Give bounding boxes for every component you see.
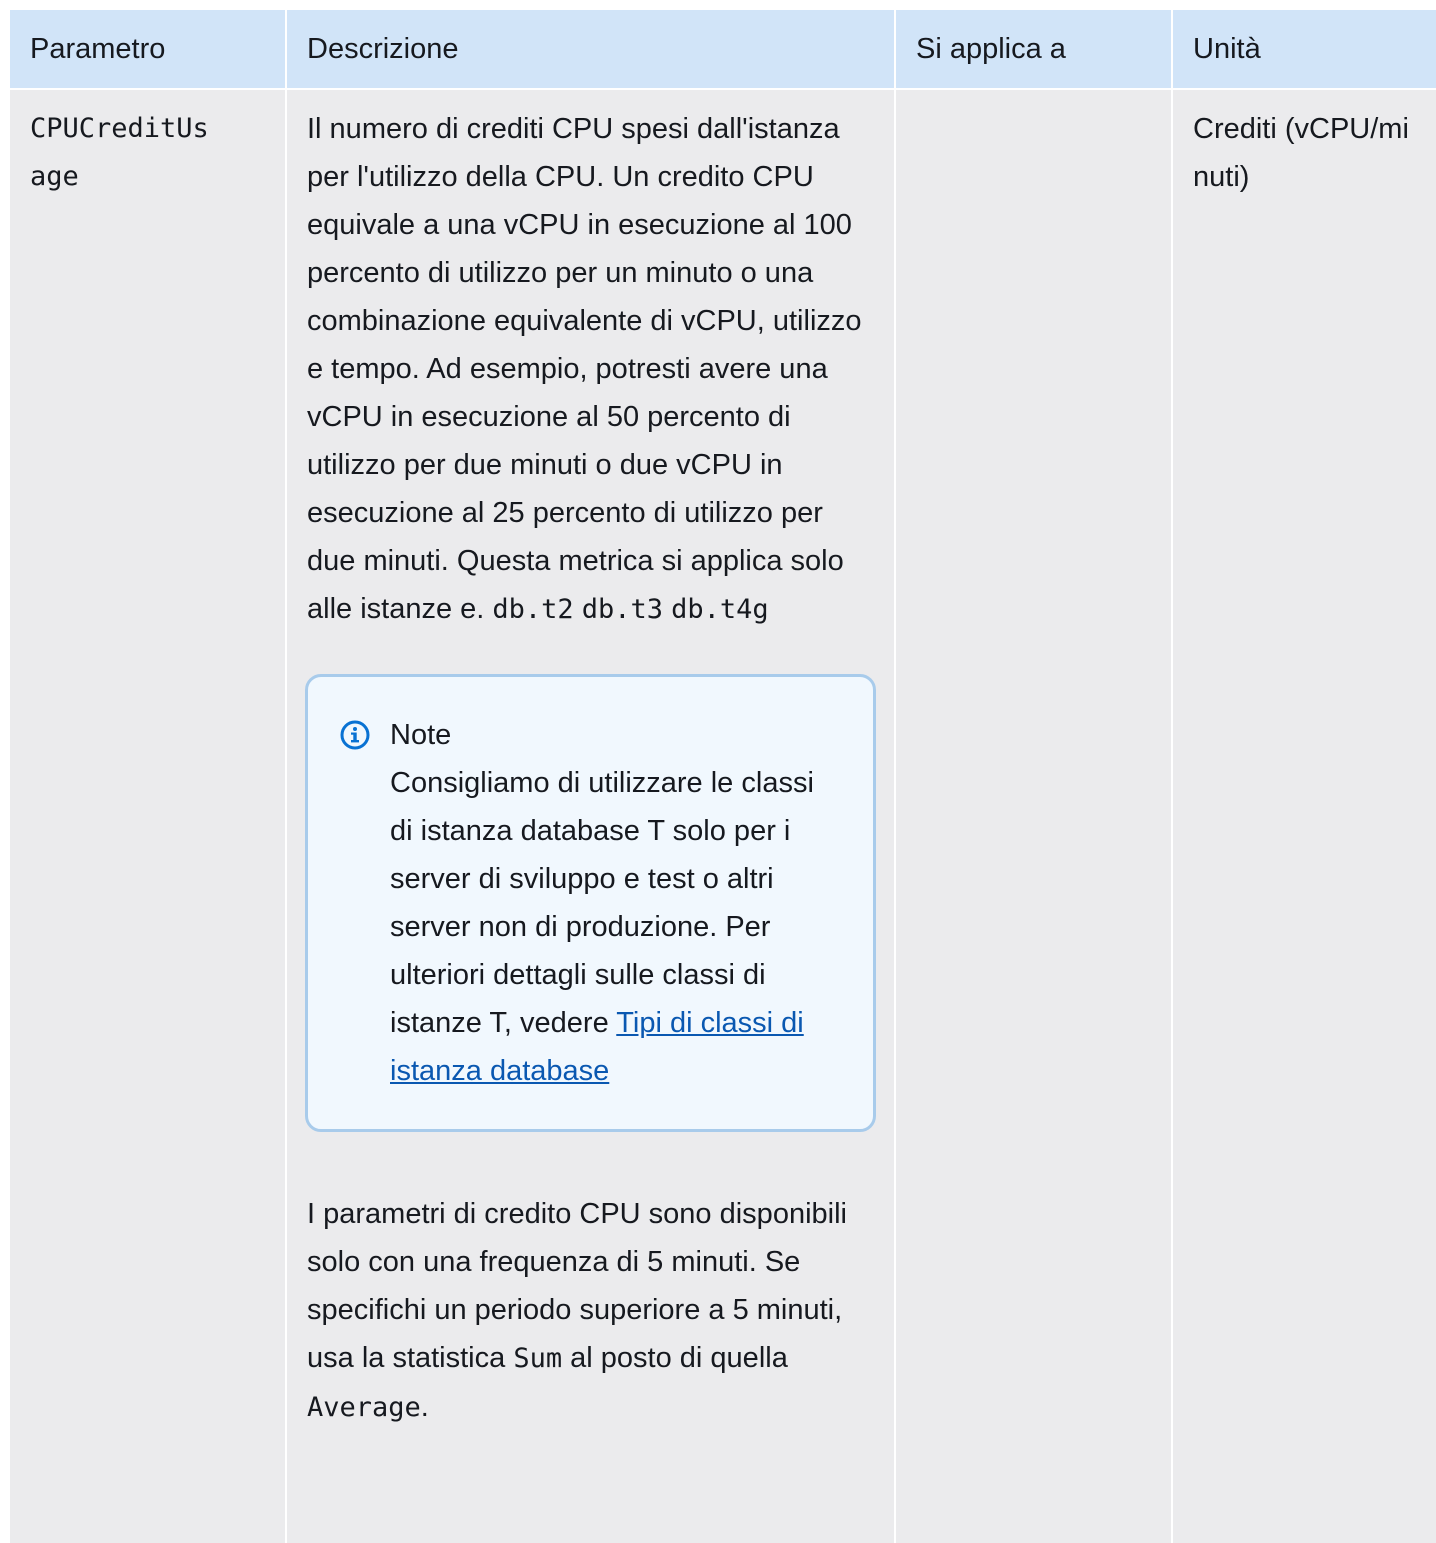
note-body-text: Consigliamo di utilizzare le classi di i… <box>390 767 814 1039</box>
parameter-name: CPUCreditUsage <box>30 113 209 192</box>
credit-text-3: . <box>420 1391 429 1423</box>
header-applies-to: Si applica a <box>895 10 1173 89</box>
code-db-t3: db.t3 <box>581 594 664 625</box>
header-unit: Unità <box>1172 10 1436 89</box>
cell-description: Il numero di crediti CPU spesi dall'ista… <box>286 89 896 1543</box>
credit-frequency-text: I parametri di credito CPU sono disponib… <box>307 1190 875 1432</box>
note-box: Note Consigliamo di utilizzare le classi… <box>305 674 876 1132</box>
table-header-row: Parametro Descrizione Si applica a Unità <box>10 10 1436 89</box>
header-parameter: Parametro <box>10 10 287 89</box>
cell-unit: Crediti (vCPU/minuti) <box>1172 89 1436 1543</box>
description-main: Il numero di crediti CPU spesi dall'ista… <box>307 113 862 625</box>
description-text: Il numero di crediti CPU spesi dall'ista… <box>307 105 875 634</box>
header-description: Descrizione <box>286 10 896 89</box>
cell-applies-to <box>895 89 1173 1543</box>
unit-value: Crediti (vCPU/minuti) <box>1193 113 1409 193</box>
code-average: Average <box>307 1392 421 1423</box>
note-title: Note <box>390 719 452 751</box>
code-db-t4g: db.t4g <box>671 594 769 625</box>
note-header: Note <box>340 711 843 759</box>
code-db-t2: db.t2 <box>492 594 574 625</box>
note-body: Consigliamo di utilizzare le classi di i… <box>390 759 840 1095</box>
metrics-table-container: Parametro Descrizione Si applica a Unità… <box>10 10 1436 1543</box>
code-sum: Sum <box>513 1343 563 1374</box>
info-icon <box>340 720 370 750</box>
credit-text-2: al posto di quella <box>570 1342 788 1374</box>
cell-parameter: CPUCreditUsage <box>10 89 287 1543</box>
table-row: CPUCreditUsage Il numero di crediti CPU … <box>10 89 1436 1543</box>
metrics-table: Parametro Descrizione Si applica a Unità… <box>10 10 1436 1543</box>
